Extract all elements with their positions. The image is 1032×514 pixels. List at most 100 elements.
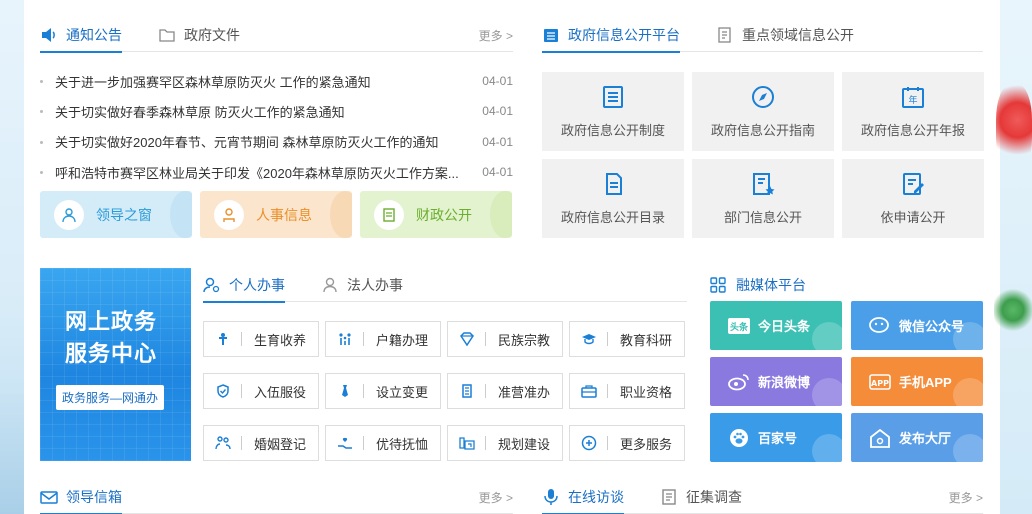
report-icon bbox=[718, 26, 731, 43]
leaders-window-button[interactable]: 领导之窗 bbox=[40, 191, 192, 238]
speaker-icon bbox=[42, 27, 55, 42]
media-item[interactable]: APP 手机APP bbox=[851, 357, 983, 406]
service-button[interactable]: 婚姻登记 bbox=[203, 425, 319, 461]
app-icon: APP bbox=[869, 371, 891, 393]
service-button[interactable]: 设立变更 bbox=[325, 373, 441, 409]
notice-title[interactable]: 呼和浩特市赛罕区林业局关于印发《2020年森林草原防灭火工作方案... bbox=[55, 163, 480, 182]
service-button[interactable]: 民族宗教 bbox=[447, 321, 563, 357]
service-button[interactable]: 准营准办 bbox=[447, 373, 563, 409]
media-item[interactable]: 发布大厅 bbox=[851, 413, 983, 462]
tab-personal-affairs[interactable]: 个人办事 bbox=[203, 268, 285, 303]
list-item[interactable]: 关于切实做好2020年春节、元宵节期间 森林草原防灭火工作的通知 04-01 bbox=[40, 127, 513, 157]
watermark bbox=[953, 322, 983, 350]
service-button[interactable]: 更多服务 bbox=[569, 425, 685, 461]
tie-icon bbox=[326, 384, 364, 398]
notices-more-link[interactable]: 更多 > bbox=[479, 27, 513, 44]
building-icon bbox=[448, 384, 486, 398]
tab-label: 重点领域信息公开 bbox=[742, 26, 854, 43]
house-icon bbox=[869, 427, 891, 449]
tab-government-files[interactable]: 政府文件 bbox=[158, 18, 240, 52]
tab-label: 政府信息公开平台 bbox=[568, 26, 680, 43]
service-label: 设立变更 bbox=[375, 384, 428, 400]
tab-key-fields[interactable]: 重点领域信息公开 bbox=[716, 18, 854, 52]
survey-icon bbox=[662, 488, 676, 505]
service-label: 准营准办 bbox=[497, 384, 550, 400]
notice-list: 关于进一步加强赛罕区森林草原防灭火 工作的紧急通知 04-01 关于切实做好春季森… bbox=[40, 66, 513, 187]
personnel-info-button[interactable]: 人事信息 bbox=[200, 191, 352, 238]
info-item[interactable]: 政府信息公开指南 bbox=[692, 72, 834, 151]
person-outline-icon bbox=[323, 277, 337, 292]
scroll-decoration bbox=[170, 191, 192, 238]
media-item[interactable]: 百家号 bbox=[710, 413, 842, 462]
tab-label: 通知公告 bbox=[66, 26, 122, 43]
info-item[interactable]: 政府信息公开制度 bbox=[542, 72, 684, 151]
service-button[interactable]: 职业资格 bbox=[569, 373, 685, 409]
mailbox-more-link[interactable]: 更多 > bbox=[479, 489, 513, 506]
info-item[interactable]: 政府信息公开目录 bbox=[542, 159, 684, 238]
toutiao-icon: 头条 bbox=[728, 315, 750, 337]
tab-label: 领导信箱 bbox=[66, 488, 122, 505]
online-service-banner[interactable]: 网上政务 服务中心 政务服务—网通办 bbox=[40, 268, 191, 461]
quick-label: 人事信息 bbox=[256, 206, 312, 223]
red-decoration bbox=[996, 84, 1032, 174]
paw-icon bbox=[728, 427, 750, 449]
tab-label: 征集调查 bbox=[686, 488, 742, 505]
media-item[interactable]: 微信公众号 bbox=[851, 301, 983, 350]
media-label: 百家号 bbox=[758, 431, 798, 446]
media-item[interactable]: 新浪微博 bbox=[710, 357, 842, 406]
service-label: 职业资格 bbox=[619, 384, 672, 400]
tab-info-platform[interactable]: 政府信息公开平台 bbox=[542, 18, 680, 53]
folder-icon bbox=[159, 28, 175, 42]
tab-label: 在线访谈 bbox=[568, 488, 624, 505]
tab-online-interview[interactable]: 在线访谈 bbox=[542, 480, 624, 514]
media-grid: 头条 今日头条 微信公众号 新浪微博 APP 手机APP 百家号 发布大厅 bbox=[710, 301, 983, 462]
wechat-icon bbox=[869, 315, 891, 337]
tab-notices[interactable]: 通知公告 bbox=[40, 18, 122, 53]
tab-corporate-affairs[interactable]: 法人办事 bbox=[321, 268, 403, 302]
info-label: 政府信息公开指南 bbox=[710, 123, 815, 138]
interview-tabbar: 在线访谈 征集调查 更多 > bbox=[542, 480, 983, 514]
info-item[interactable]: 年 政府信息公开年报 bbox=[842, 72, 984, 151]
grid-icon bbox=[710, 277, 726, 293]
watermark bbox=[812, 378, 842, 406]
green-decoration bbox=[994, 280, 1032, 340]
service-button[interactable]: 入伍服役 bbox=[203, 373, 319, 409]
service-button[interactable]: 规划建设 bbox=[447, 425, 563, 461]
notice-tabbar: 通知公告 政府文件 更多 > bbox=[40, 18, 513, 53]
svg-text:头条: 头条 bbox=[730, 321, 749, 333]
media-title: 融媒体平台 bbox=[736, 277, 806, 293]
family-icon bbox=[326, 332, 364, 346]
notice-date: 04-01 bbox=[482, 104, 513, 119]
interview-more-link[interactable]: 更多 > bbox=[949, 489, 983, 506]
info-item[interactable]: 部门信息公开 bbox=[692, 159, 834, 238]
list-item[interactable]: 呼和浩特市赛罕区林业局关于印发《2020年森林草原防灭火工作方案... 04-01 bbox=[40, 157, 513, 187]
service-button[interactable]: 优待抚恤 bbox=[325, 425, 441, 461]
blueprint-icon bbox=[448, 436, 486, 450]
service-button[interactable]: 户籍办理 bbox=[325, 321, 441, 357]
svg-text:年: 年 bbox=[908, 94, 917, 106]
list-item[interactable]: 关于进一步加强赛罕区森林草原防灭火 工作的紧急通知 04-01 bbox=[40, 66, 513, 96]
watermark bbox=[812, 434, 842, 462]
mail-icon bbox=[40, 490, 58, 504]
notice-title[interactable]: 关于切实做好春季森林草原 防灭火工作的紧急通知 bbox=[55, 102, 480, 121]
service-button[interactable]: 教育科研 bbox=[569, 321, 685, 357]
media-item[interactable]: 头条 今日头条 bbox=[710, 301, 842, 350]
graduation-cap-icon bbox=[570, 332, 608, 346]
info-item[interactable]: 依申请公开 bbox=[842, 159, 984, 238]
notice-date: 04-01 bbox=[482, 134, 513, 149]
notice-title[interactable]: 关于切实做好2020年春节、元宵节期间 森林草原防灭火工作的通知 bbox=[55, 132, 480, 151]
quick-label: 领导之窗 bbox=[96, 206, 152, 223]
finance-public-button[interactable]: 财政公开 bbox=[360, 191, 512, 238]
info-label: 部门信息公开 bbox=[723, 210, 802, 225]
service-button[interactable]: 生育收养 bbox=[203, 321, 319, 357]
notice-title[interactable]: 关于进一步加强赛罕区森林草原防灭火 工作的紧急通知 bbox=[55, 72, 480, 91]
list-item[interactable]: 关于切实做好春季森林草原 防灭火工作的紧急通知 04-01 bbox=[40, 96, 513, 126]
tab-label: 个人办事 bbox=[229, 276, 285, 293]
info-tabbar: 政府信息公开平台 重点领域信息公开 bbox=[542, 18, 983, 53]
tab-leader-mailbox[interactable]: 领导信箱 bbox=[40, 480, 122, 514]
media-label: 发布大厅 bbox=[899, 431, 952, 446]
service-label: 规划建设 bbox=[497, 436, 550, 452]
tab-survey[interactable]: 征集调查 bbox=[660, 480, 742, 514]
weibo-icon bbox=[728, 371, 750, 393]
banner-subtitle-label: 政务服务—网通办 bbox=[56, 385, 165, 410]
